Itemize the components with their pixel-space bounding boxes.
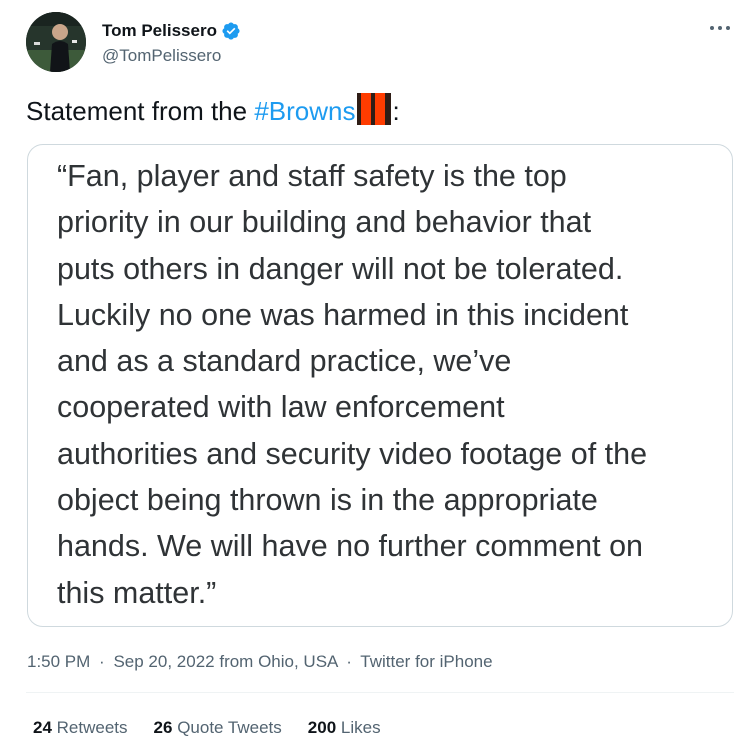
likes-count: 200 bbox=[307, 718, 337, 737]
likes-label: Likes bbox=[340, 718, 381, 737]
tweet-metadata: 1:50 PM · Sep 20, 2022 from Ohio, USA · … bbox=[27, 650, 493, 674]
more-options-icon[interactable] bbox=[706, 18, 734, 38]
quote-tweets-stat[interactable]: 26 Quote Tweets bbox=[154, 716, 282, 740]
retweets-count: 24 bbox=[33, 718, 52, 737]
tweet-time[interactable]: 1:50 PM bbox=[27, 652, 90, 671]
tweet-location: from Ohio, USA bbox=[219, 652, 338, 671]
engagement-stats: 24 Retweets 26 Quote Tweets 200 Likes bbox=[33, 716, 407, 740]
retweets-stat[interactable]: 24 Retweets bbox=[33, 716, 128, 740]
meta-separator: · bbox=[99, 652, 105, 671]
avatar-photo bbox=[26, 12, 86, 72]
tweet-client[interactable]: Twitter for iPhone bbox=[360, 652, 492, 671]
tweet-text: Statement from the #Browns : bbox=[26, 92, 400, 130]
hashtag-link[interactable]: #Browns bbox=[254, 96, 355, 126]
author-info: Tom Pelissero @TomPelissero bbox=[102, 20, 241, 67]
statement-quote-text: “Fan, player and staff safety is the top… bbox=[57, 159, 648, 610]
meta-separator: · bbox=[346, 652, 352, 671]
tweet-text-before: Statement from the bbox=[26, 96, 255, 126]
tweet-date[interactable]: Sep 20, 2022 bbox=[113, 652, 214, 671]
quote-image-card[interactable]: “Fan, player and staff safety is the top… bbox=[27, 144, 733, 627]
quote-tweets-count: 26 bbox=[153, 718, 173, 737]
tweet-text-after: : bbox=[392, 96, 400, 126]
quote-tweets-label: Quote Tweets bbox=[177, 718, 282, 737]
likes-stat[interactable]: 200 Likes bbox=[308, 716, 381, 740]
orange-brown-flag-icon bbox=[356, 92, 392, 126]
avatar[interactable] bbox=[26, 12, 86, 72]
retweets-label: Retweets bbox=[56, 718, 128, 737]
author-handle[interactable]: @TomPelissero bbox=[102, 45, 241, 67]
display-name[interactable]: Tom Pelissero bbox=[102, 20, 217, 42]
verified-badge-icon bbox=[221, 21, 241, 41]
tweet-header: Tom Pelissero @TomPelissero bbox=[26, 12, 738, 74]
divider bbox=[26, 692, 734, 693]
